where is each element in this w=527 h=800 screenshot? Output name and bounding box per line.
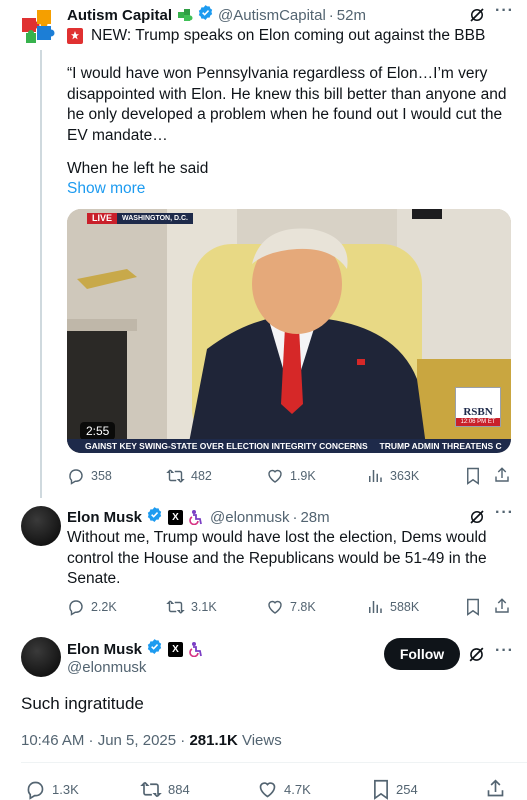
reply-icon	[69, 469, 83, 485]
tweet-header: Elon Musk X @elonmusk · 28m	[67, 507, 330, 527]
share-button[interactable]	[485, 778, 512, 799]
author-handle[interactable]: @elonmusk	[210, 509, 289, 526]
views-button[interactable]: 363K	[366, 467, 419, 485]
verified-badge-icon	[146, 506, 163, 528]
like-button[interactable]: 7.8K	[266, 598, 316, 616]
bookmark-button[interactable]	[465, 467, 487, 485]
more-options-icon[interactable]: ···	[495, 642, 514, 660]
quote-line: EV mandate…	[67, 126, 168, 144]
tweet-time[interactable]: 28m	[300, 509, 329, 526]
reply-icon	[69, 600, 83, 616]
divider	[21, 762, 527, 763]
quote-tail: When he left he said	[67, 160, 209, 177]
reply-icon	[27, 781, 44, 800]
tweet-text-headline: NEW: Trump speaks on Elon coming out aga…	[67, 26, 485, 47]
share-icon	[487, 779, 504, 797]
network-name: RSBN	[463, 406, 493, 418]
tweet-header: Autism Capital @AutismCapital · 52m	[67, 5, 366, 25]
tweet-text: Such ingratitude	[21, 694, 144, 713]
thread-connector	[40, 50, 42, 498]
heart-icon	[268, 469, 282, 483]
repost-button[interactable]: 884	[140, 779, 190, 800]
follow-button[interactable]: Follow	[384, 638, 460, 670]
repost-icon	[166, 600, 185, 614]
repost-button[interactable]: 3.1K	[166, 598, 217, 616]
share-button[interactable]	[493, 597, 517, 615]
dot-separator: ·	[292, 508, 298, 526]
x-affiliate-badge: X	[168, 509, 184, 525]
verified-badge-icon	[197, 4, 214, 26]
like-button[interactable]: 1.9K	[266, 467, 316, 485]
accessibility-badge-icon	[188, 509, 204, 525]
avatar[interactable]	[20, 6, 60, 46]
tweet-header: Elon Musk X	[67, 639, 204, 659]
news-ticker: GAINST KEY SWING-STATE OVER ELECTION INT…	[67, 439, 511, 453]
share-icon	[495, 598, 509, 613]
more-options-icon[interactable]: ···	[495, 504, 514, 522]
author-handle[interactable]: @elonmusk	[67, 659, 146, 676]
video-player[interactable]: LIVE WASHINGTON, D.C. RSBN 12:06 PM ET 2…	[67, 209, 511, 453]
author-name[interactable]: Autism Capital	[67, 7, 172, 24]
share-button[interactable]	[493, 466, 517, 484]
tweet-text: Without me, Trump would have lost the el…	[67, 529, 487, 587]
tweet-timestamp[interactable]: 10:46 AM · Jun 5, 2025 · 281.1K Views	[21, 732, 282, 749]
repost-icon	[140, 781, 162, 798]
grok-icon[interactable]	[467, 645, 486, 669]
views-icon	[369, 470, 382, 482]
author-handle[interactable]: @AutismCapital	[218, 7, 326, 24]
like-button[interactable]: 4.7K	[257, 779, 311, 800]
bookmark-button[interactable]: 254	[372, 779, 418, 800]
reply-button[interactable]: 358	[67, 467, 112, 485]
siren-icon	[67, 28, 83, 45]
dot-separator: ·	[328, 6, 334, 24]
views-icon	[369, 601, 382, 613]
bookmark-icon	[467, 598, 479, 616]
tweet-quote: “I would have won Pennsylvania regardles…	[67, 64, 517, 146]
more-options-icon[interactable]: ···	[495, 2, 514, 20]
verified-badge-icon	[146, 638, 163, 660]
heart-icon	[259, 782, 276, 798]
broadcast-clock: 12:06 PM ET	[456, 418, 500, 426]
views-button[interactable]: 588K	[366, 598, 419, 616]
puzzle-avatar-icon	[22, 10, 55, 43]
network-logo: RSBN 12:06 PM ET	[455, 387, 501, 427]
share-icon	[495, 467, 509, 482]
views-count: 281.1K	[189, 732, 238, 749]
reply-button[interactable]: 2.2K	[67, 598, 117, 616]
repost-button[interactable]: 482	[166, 467, 212, 485]
live-banner: LIVE WASHINGTON, D.C.	[87, 213, 193, 224]
live-label: LIVE	[87, 213, 118, 224]
accessibility-badge-icon	[188, 641, 204, 657]
bookmark-icon	[467, 467, 479, 485]
quote-line: he only developed a problem when he foun…	[67, 106, 503, 123]
puzzle-badge-icon	[177, 8, 194, 23]
bookmark-icon	[374, 779, 388, 800]
avatar[interactable]	[21, 637, 61, 677]
avatar[interactable]	[21, 506, 61, 546]
author-name[interactable]: Elon Musk	[67, 641, 142, 658]
quote-line: disappointed with Elon. He knew this bil…	[67, 85, 507, 103]
tweet-time[interactable]: 52m	[337, 7, 366, 24]
repost-icon	[166, 469, 185, 483]
location-label: WASHINGTON, D.C.	[117, 213, 193, 224]
reply-button[interactable]: 1.3K	[25, 779, 79, 800]
heart-icon	[268, 600, 282, 614]
quote-line: “I would have won Pennsylvania regardles…	[67, 65, 488, 82]
x-affiliate-badge: X	[168, 641, 184, 657]
bookmark-button[interactable]	[465, 598, 487, 616]
show-more-link[interactable]: Show more	[67, 179, 145, 200]
video-frame	[67, 209, 511, 453]
author-name[interactable]: Elon Musk	[67, 509, 142, 526]
video-duration: 2:55	[80, 422, 116, 440]
